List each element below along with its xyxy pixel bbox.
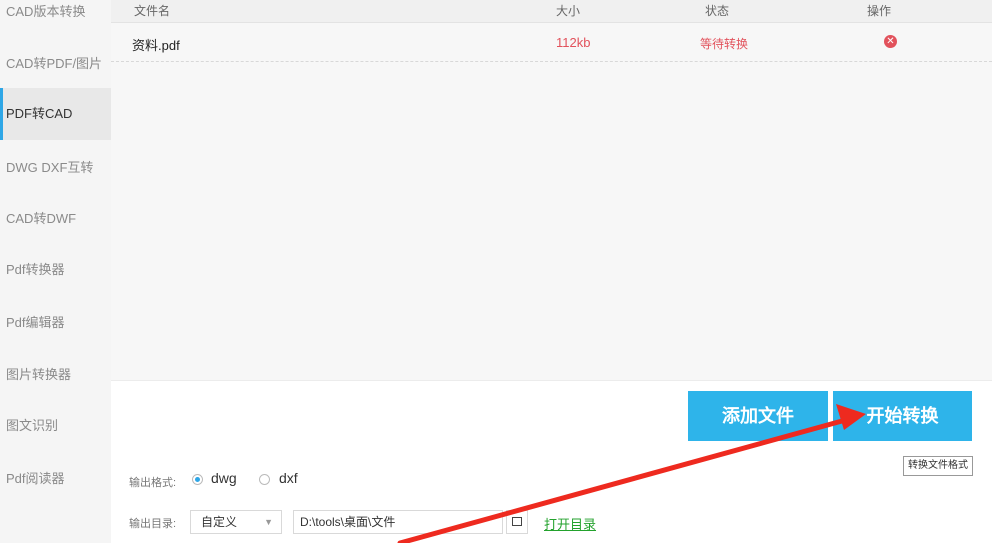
delete-icon[interactable]: ✕ [884, 35, 897, 48]
output-format-label: 输出格式: [129, 477, 177, 489]
column-header-action: 操作 [867, 4, 892, 18]
sidebar-item-cad-to-dwf[interactable]: CAD转DWF [0, 193, 111, 245]
table-row[interactable]: 资料.pdf 112kb 等待转换 ✕ [111, 23, 992, 62]
sidebar-item-pdf-reader[interactable]: Pdf阅读器 [0, 453, 111, 505]
sidebar-item-image-converter[interactable]: 图片转换器 [0, 349, 111, 401]
browse-folder-button[interactable] [506, 510, 528, 534]
folder-icon [512, 517, 522, 526]
sidebar-item-cad-version[interactable]: CAD版本转换 [0, 0, 111, 38]
radio-dwg[interactable] [192, 474, 203, 485]
sidebar: CAD版本转换 CAD转PDF/图片 PDF转CAD DWG DXF互转 CAD… [0, 0, 112, 543]
file-name: 资料.pdf [132, 38, 180, 53]
file-size: 112kb [556, 35, 591, 50]
open-directory-link[interactable]: 打开目录 [544, 514, 596, 533]
radio-dwg-label[interactable]: dwg [211, 470, 237, 486]
table-header: 文件名 大小 状态 操作 [111, 0, 992, 23]
column-header-size: 大小 [556, 4, 581, 18]
output-dir-mode-select[interactable]: 自定义 ▼ [190, 510, 282, 534]
start-convert-tooltip: 转换文件格式 [903, 456, 973, 476]
chevron-down-icon: ▼ [264, 517, 273, 527]
column-header-status: 状态 [705, 4, 730, 18]
sidebar-item-ocr[interactable]: 图文识别 [0, 400, 111, 452]
add-file-button[interactable]: 添加文件 [688, 391, 828, 441]
output-dir-mode-value: 自定义 [201, 515, 238, 529]
sidebar-item-pdf-to-cad[interactable]: PDF转CAD [0, 88, 111, 140]
sidebar-item-cad-to-pdf[interactable]: CAD转PDF/图片 [0, 38, 111, 90]
sidebar-item-pdf-editor[interactable]: Pdf编辑器 [0, 297, 111, 349]
output-dir-label: 输出目录: [129, 518, 177, 530]
column-header-name: 文件名 [134, 4, 171, 18]
sidebar-item-dwg-dxf[interactable]: DWG DXF互转 [0, 142, 111, 194]
radio-dxf[interactable] [259, 474, 270, 485]
sidebar-item-pdf-converter[interactable]: Pdf转换器 [0, 244, 111, 296]
start-convert-button[interactable]: 开始转换 [833, 391, 972, 441]
radio-dxf-label[interactable]: dxf [279, 470, 298, 486]
file-list-area: 文件名 大小 状态 操作 资料.pdf 112kb 等待转换 ✕ [111, 0, 992, 380]
output-dir-path-input[interactable]: D:\tools\桌面\文件 [293, 510, 503, 534]
file-status: 等待转换 [700, 37, 749, 51]
